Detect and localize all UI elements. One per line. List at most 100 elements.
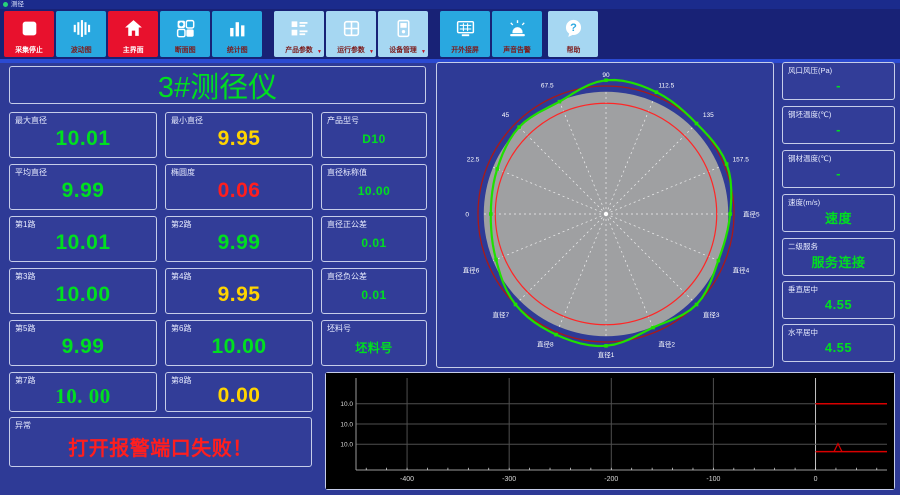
toolbar-button-section-view[interactable]: 断面图	[160, 11, 210, 57]
field-air-pressure-value: -	[836, 77, 841, 93]
app-window: 测径 采集停止 波动图 主界面 断面图 统计图 产品参数 ▼ 运行参数 ▼ 设备管理 ▼ 开外接屏 声音…	[0, 0, 900, 495]
help-icon: ?	[548, 11, 598, 46]
svg-text:直径4: 直径4	[733, 265, 750, 274]
svg-text:10.0: 10.0	[340, 442, 353, 449]
svg-text:直径6: 直径6	[463, 265, 480, 274]
svg-text:0: 0	[465, 212, 469, 219]
toolbar-button-wave-chart[interactable]: 波动图	[56, 11, 106, 57]
waveform-icon	[56, 11, 106, 46]
toolbar-button-label: 统计图	[226, 45, 248, 54]
svg-text:135: 135	[703, 112, 714, 119]
gauge-title: 3#测径仪	[9, 66, 426, 104]
toolbar-button-label: 开外接屏	[451, 45, 479, 54]
field-speed: 速度(m/s) 速度	[782, 194, 895, 232]
field-billet-no-value: 坯料号	[355, 340, 393, 355]
stop-icon	[4, 11, 54, 46]
field-ovality-value: 0.06	[217, 179, 261, 202]
field-channel-3-value: 10.00	[55, 283, 111, 306]
field-steel-temp-value: -	[836, 165, 841, 181]
svg-text:112.5: 112.5	[658, 82, 674, 89]
field-tolerance-minus-value: 0.01	[361, 288, 387, 302]
field-channel-4-value: 9.95	[217, 283, 261, 306]
title-bar: 测径	[0, 0, 900, 9]
toolbar-button-sound-alarm[interactable]: 声音告警	[492, 11, 542, 57]
svg-text:-200: -200	[604, 476, 618, 483]
svg-text:直径7: 直径7	[493, 310, 510, 319]
dropdown-arrow-icon[interactable]: ▼	[421, 50, 426, 55]
field-max-diameter-value: 10.01	[55, 127, 111, 150]
field-l2-service: 二级服务 服务连接	[782, 238, 895, 276]
toolbar-button-label: 设备管理	[389, 45, 417, 54]
field-speed-value: 速度	[824, 210, 852, 226]
field-channel-6-value: 10.00	[211, 335, 267, 358]
home-icon	[108, 11, 158, 46]
field-billet-temp: 钢坯温度(℃) -	[782, 106, 895, 144]
external-screen-icon	[440, 11, 490, 46]
toolbar-button-run-params[interactable]: 运行参数 ▼	[326, 11, 376, 57]
app-icon	[3, 2, 8, 7]
field-l2-service-value: 服务连接	[811, 254, 866, 270]
svg-text:45: 45	[502, 112, 510, 119]
field-channel-4: 第4路 9.95	[165, 268, 313, 314]
svg-text:0: 0	[814, 476, 818, 483]
field-channel-8-value: 0.00	[217, 384, 261, 407]
field-min-diameter: 最小直径 9.95	[165, 112, 313, 158]
toolbar-button-help[interactable]: ? 帮助	[548, 11, 598, 57]
field-horizontal-center: 水平居中 4.55	[782, 324, 895, 362]
svg-text:直径1: 直径1	[598, 350, 615, 359]
field-product-model: 产品型号 D10	[321, 112, 427, 158]
toolbar-button-external-screen[interactable]: 开外接屏	[440, 11, 490, 57]
field-channel-1-value: 10.01	[55, 231, 111, 254]
field-vertical-center-value: 4.55	[824, 296, 853, 312]
field-ovality: 椭圆度 0.06	[165, 164, 313, 210]
dropdown-arrow-icon[interactable]: ▼	[317, 50, 322, 55]
field-tolerance-plus: 直径正公差 0.01	[321, 216, 427, 262]
toolbar-button-label: 运行参数	[337, 45, 365, 54]
field-channel-3: 第3路 10.00	[9, 268, 157, 314]
svg-text:90: 90	[602, 72, 610, 79]
toolbar-button-stats-chart[interactable]: 统计图	[212, 11, 262, 57]
svg-text:直径3: 直径3	[703, 310, 720, 319]
run-params-icon	[326, 11, 376, 46]
svg-text:-100: -100	[706, 476, 720, 483]
toolbar-button-label: 波动图	[70, 45, 92, 54]
cross-section-panel: 直径5 157.5 135 112.5 90 67.5 45 22.5 0 直径6 直径7 直径8 直径…	[436, 62, 774, 368]
bar-chart-icon	[212, 11, 262, 46]
field-channel-8: 第8路 0.00	[165, 372, 313, 412]
alarm-box: 异常 打开报警端口失败！	[9, 417, 312, 467]
field-avg-diameter: 平均直径 9.99	[9, 164, 157, 210]
toolbar-button-device-manage[interactable]: 设备管理 ▼	[378, 11, 428, 57]
alarm-message: 打开报警端口失败！	[68, 437, 253, 460]
toolbar-button-product-params[interactable]: 产品参数 ▼	[274, 11, 324, 57]
field-product-model-value: D10	[362, 132, 386, 146]
dropdown-arrow-icon[interactable]: ▼	[369, 50, 374, 55]
window-title: 测径	[11, 1, 24, 8]
field-channel-7-value: 10. 00	[55, 383, 111, 408]
field-steel-temp: 钢材温度(℃) -	[782, 150, 895, 188]
field-channel-5-value: 9.99	[61, 335, 105, 358]
product-params-icon	[274, 11, 324, 46]
cross-section-polar-chart: 直径5 157.5 135 112.5 90 67.5 45 22.5 0 直径6 直径7 直径8 直径…	[463, 72, 760, 359]
svg-text:22.5: 22.5	[467, 157, 480, 164]
field-channel-6: 第6路 10.00	[165, 320, 313, 366]
svg-text:直径8: 直径8	[537, 340, 554, 349]
svg-text:157.5: 157.5	[733, 157, 750, 164]
field-min-diameter-value: 9.95	[217, 127, 261, 150]
field-channel-2-value: 9.99	[217, 231, 261, 254]
field-billet-no: 坯料号 坯料号	[321, 320, 427, 366]
toolbar-button-label: 采集停止	[15, 45, 43, 54]
svg-text:-300: -300	[502, 476, 516, 483]
svg-text:直径5: 直径5	[743, 210, 760, 219]
toolbar-button-main-view[interactable]: 主界面	[108, 11, 158, 57]
svg-text:-400: -400	[400, 476, 414, 483]
svg-text:10.0: 10.0	[340, 401, 353, 408]
alarm-beacon-icon	[492, 11, 542, 46]
field-nominal-diameter: 直径标称值 10.00	[321, 164, 427, 210]
field-horizontal-center-value: 4.55	[824, 339, 853, 355]
field-tolerance-plus-value: 0.01	[361, 236, 387, 250]
device-manage-icon	[378, 11, 428, 46]
field-nominal-diameter-value: 10.00	[357, 184, 391, 198]
windows-grid-icon	[160, 11, 210, 46]
toolbar-button-stop-capture[interactable]: 采集停止	[4, 11, 54, 57]
field-channel-1: 第1路 10.01	[9, 216, 157, 262]
